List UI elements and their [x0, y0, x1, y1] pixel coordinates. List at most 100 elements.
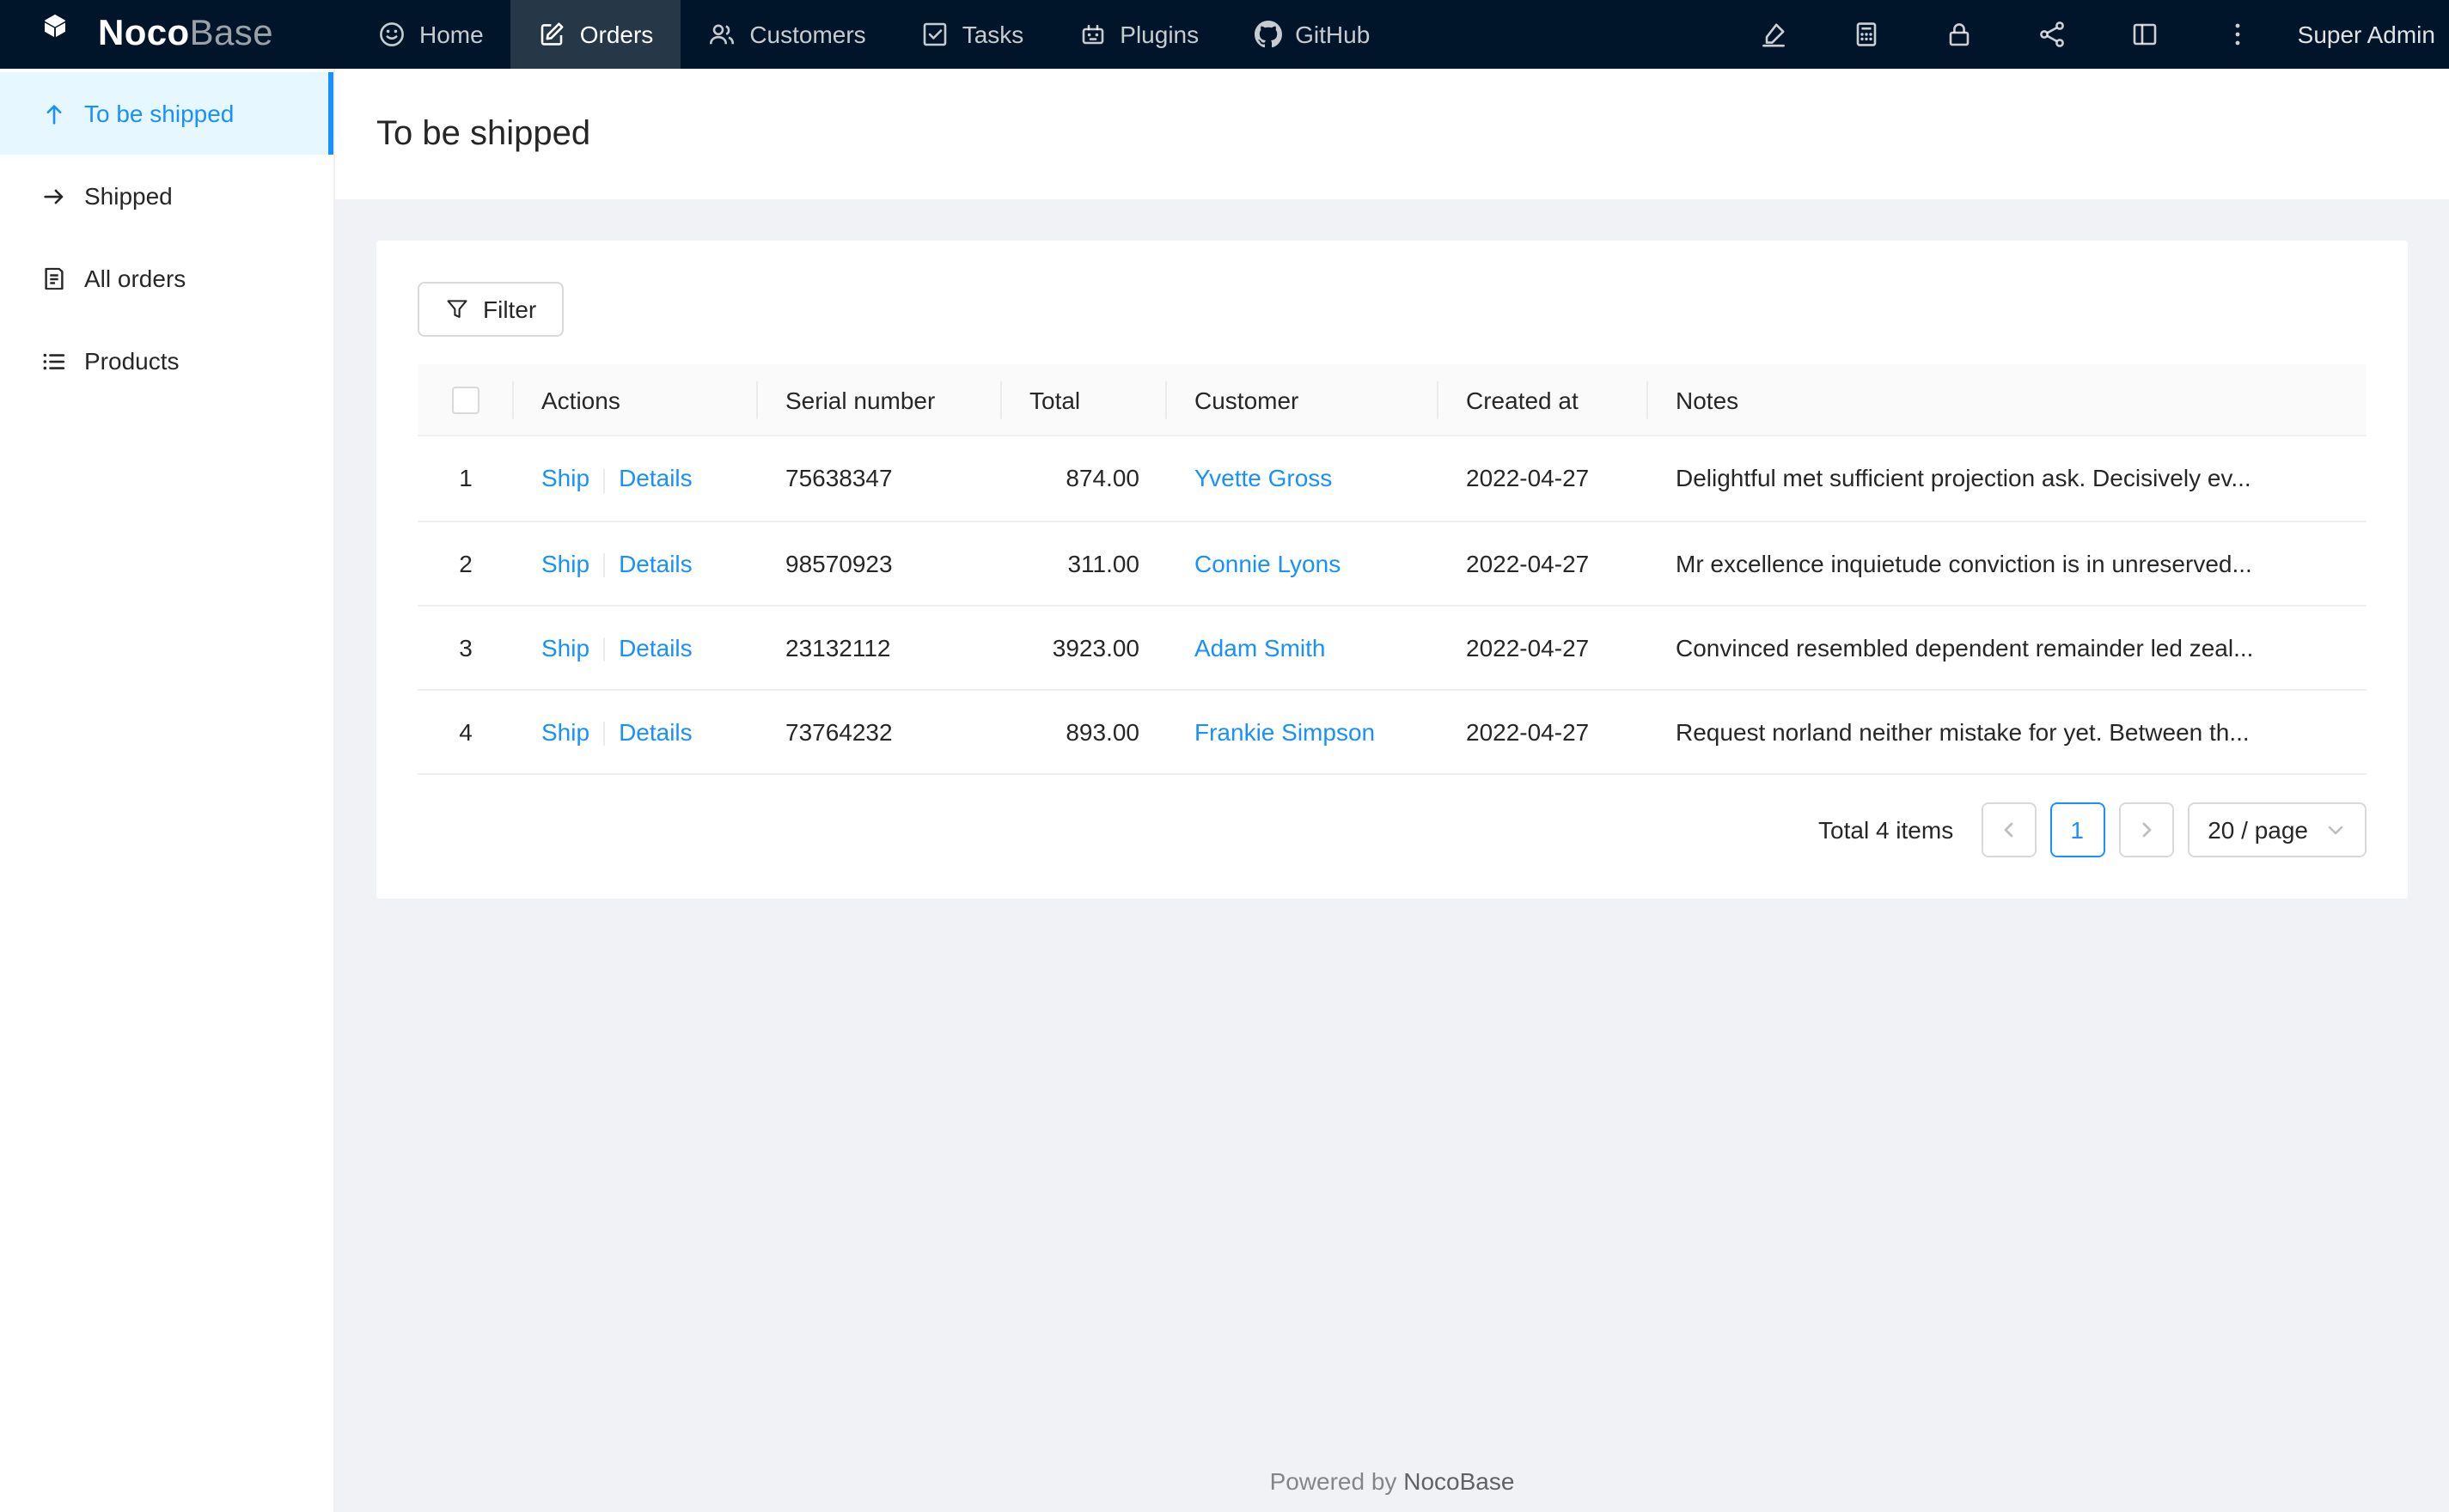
navbar-right-actions: Super Admin: [1727, 0, 2449, 69]
notes-cell: Delightful met sufficient projection ask…: [1648, 436, 2367, 522]
footer: Powered by NocoBase: [335, 1467, 2449, 1495]
nav-item-plugins[interactable]: Plugins: [1051, 0, 1226, 69]
page-1-button[interactable]: 1: [2049, 802, 2105, 858]
calculator-button[interactable]: [1820, 0, 1913, 69]
footer-prefix: Powered by: [1269, 1467, 1404, 1495]
nav-item-github[interactable]: GitHub: [1226, 0, 1397, 69]
customer-cell: Yvette Gross: [1167, 436, 1438, 522]
prev-page-button[interactable]: [1981, 802, 2037, 858]
select-all-checkbox[interactable]: [452, 387, 479, 415]
column-header-notes: Notes: [1648, 364, 2367, 437]
nocobase-logo[interactable]: NocoBase: [0, 0, 351, 69]
page-size-select[interactable]: 20 / page: [2187, 802, 2367, 858]
actions-cell: Ship Details: [514, 436, 758, 522]
home-icon: [378, 21, 406, 48]
nav-item-label: Orders: [579, 21, 654, 48]
nav-item-label: Home: [419, 21, 484, 48]
sidebar-item-shipped[interactable]: Shipped: [0, 155, 333, 237]
action-divider: [603, 552, 606, 577]
layout-button[interactable]: [2098, 0, 2191, 69]
next-page-button[interactable]: [2118, 802, 2174, 858]
column-header-actions: Actions: [514, 364, 758, 437]
filter-button-label: Filter: [483, 296, 537, 323]
customer-link[interactable]: Frankie Simpson: [1194, 719, 1375, 747]
serial-cell: 98570923: [758, 521, 1002, 607]
customer-link[interactable]: Adam Smith: [1194, 634, 1326, 662]
ui-editor-button[interactable]: [1727, 0, 1820, 69]
total-items-label: Total 4 items: [1818, 816, 1954, 844]
details-link[interactable]: Details: [619, 465, 693, 492]
more-button[interactable]: [2191, 0, 2284, 69]
notes-cell: Mr excellence inquietude conviction is i…: [1648, 521, 2367, 607]
serial-cell: 73764232: [758, 690, 1002, 776]
lock-button[interactable]: [1913, 0, 2006, 69]
pagination: Total 4 items 1 20 / page: [418, 802, 2367, 858]
customer-link[interactable]: Yvette Gross: [1194, 465, 1332, 492]
details-link[interactable]: Details: [619, 718, 693, 746]
column-header-total: Total: [1002, 364, 1167, 437]
action-divider: [603, 637, 606, 662]
ship-link[interactable]: Ship: [541, 465, 589, 492]
sidebar-item-to-be-shipped[interactable]: To be shipped: [0, 72, 333, 155]
row-index: 1: [418, 436, 514, 522]
sidebar-item-label: Shipped: [84, 182, 173, 210]
actions-cell: Ship Details: [514, 605, 758, 692]
highlighter-icon: [1760, 21, 1787, 48]
serial-cell: 23132112: [758, 605, 1002, 692]
ship-link[interactable]: Ship: [541, 634, 589, 662]
sidebar-item-label: Products: [84, 347, 180, 375]
app-viewport: NocoBase Home Orders Customers Tasks Plu…: [0, 0, 2449, 1512]
arrow-up-icon: [41, 101, 67, 126]
filter-button[interactable]: Filter: [418, 282, 565, 337]
details-link[interactable]: Details: [619, 549, 693, 576]
orders-icon: [539, 21, 566, 48]
column-header-select: [418, 364, 514, 437]
list-icon: [41, 348, 67, 374]
notes-cell: Convinced resembled dependent remainder …: [1648, 605, 2367, 692]
table-row: 4 Ship Details 73764232 893.00 Frankie Si…: [418, 690, 2367, 776]
logo-base: Base: [189, 14, 273, 53]
created-at-cell: 2022-04-27: [1438, 690, 1648, 776]
sidebar: To be shipped Shipped All orders Product…: [0, 69, 335, 1512]
serial-cell: 75638347: [758, 436, 1002, 522]
nav-item-label: Plugins: [1120, 21, 1200, 48]
customer-link[interactable]: Connie Lyons: [1194, 549, 1341, 576]
nav-item-home[interactable]: Home: [351, 0, 511, 69]
user-menu[interactable]: Super Admin: [2284, 21, 2439, 48]
sidebar-item-products[interactable]: Products: [0, 320, 333, 402]
github-icon: [1254, 21, 1282, 48]
nav-item-label: Customers: [749, 21, 866, 48]
top-navbar: NocoBase Home Orders Customers Tasks Plu…: [0, 0, 2449, 69]
nav-item-customers[interactable]: Customers: [681, 0, 893, 69]
chevron-down-icon: [2325, 820, 2346, 841]
ship-link[interactable]: Ship: [541, 718, 589, 746]
footer-brand-link[interactable]: NocoBase: [1403, 1467, 1514, 1495]
sidebar-item-all-orders[interactable]: All orders: [0, 237, 333, 320]
calculator-icon: [1853, 21, 1880, 48]
api-button[interactable]: [2006, 0, 2098, 69]
total-cell: 311.00: [1002, 521, 1167, 607]
column-header-customer: Customer: [1167, 364, 1438, 437]
customer-cell: Connie Lyons: [1167, 521, 1438, 607]
audit-icon: [41, 265, 67, 291]
created-at-cell: 2022-04-27: [1438, 521, 1648, 607]
main-area: To be shipped Filter Actions Serial numb…: [335, 69, 2449, 1512]
layout-icon: [2131, 21, 2159, 48]
nav-item-orders[interactable]: Orders: [510, 0, 681, 69]
page-header: To be shipped: [335, 69, 2449, 199]
action-divider: [603, 468, 606, 493]
total-cell: 3923.00: [1002, 605, 1167, 692]
api-icon: [2038, 21, 2066, 48]
notes-cell: Request norland neither mistake for yet.…: [1648, 690, 2367, 776]
page-title: To be shipped: [376, 114, 591, 152]
nav-item-tasks[interactable]: Tasks: [894, 0, 1052, 69]
action-divider: [603, 722, 606, 747]
ship-link[interactable]: Ship: [541, 549, 589, 576]
details-link[interactable]: Details: [619, 634, 693, 662]
created-at-cell: 2022-04-27: [1438, 436, 1648, 522]
nocobase-logo-icon: [41, 12, 86, 57]
row-index: 3: [418, 605, 514, 692]
logo-text: NocoBase: [98, 14, 273, 55]
content-area: Filter Actions Serial number Total Custo…: [335, 199, 2449, 1512]
table-row: 3 Ship Details 23132112 3923.00 Adam Smit…: [418, 605, 2367, 692]
